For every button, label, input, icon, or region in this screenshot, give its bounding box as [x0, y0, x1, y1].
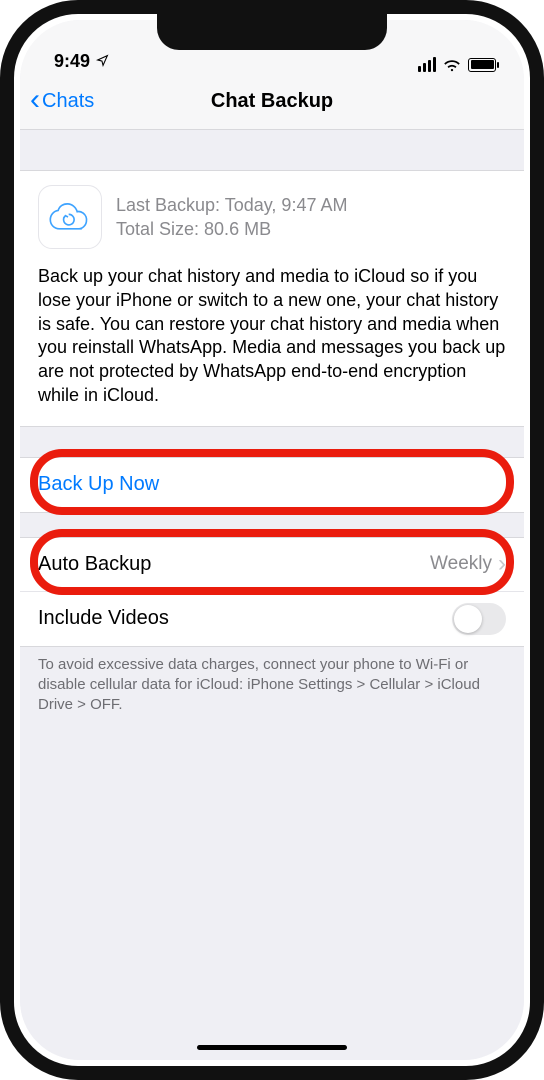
include-videos-label: Include Videos — [38, 607, 169, 630]
chevron-left-icon: ‹ — [30, 85, 40, 115]
auto-backup-label: Auto Backup — [38, 553, 151, 576]
wifi-icon — [442, 58, 462, 72]
page-title: Chat Backup — [30, 90, 514, 113]
device-frame: 9:49 ‹ Chats Chat Backup — [0, 0, 544, 1080]
status-right — [418, 57, 496, 72]
cellular-signal-icon — [418, 57, 436, 72]
status-left: 9:49 — [54, 51, 109, 72]
device-notch — [157, 14, 387, 50]
back-up-now-button[interactable]: Back Up Now — [20, 458, 524, 512]
screen: 9:49 ‹ Chats Chat Backup — [20, 20, 524, 1060]
chevron-right-icon: › — [498, 550, 506, 578]
footer-note: To avoid excessive data charges, connect… — [20, 647, 524, 716]
back-up-now-label: Back Up Now — [38, 473, 159, 496]
nav-bar: ‹ Chats Chat Backup — [20, 74, 524, 130]
include-videos-toggle[interactable] — [452, 603, 506, 635]
battery-icon — [468, 58, 496, 72]
settings-list-wrap: Back Up Now Auto Backup Weekly › Include… — [20, 457, 524, 647]
content: Last Backup: Today, 9:47 AM Total Size: … — [20, 130, 524, 1060]
cloud-backup-icon — [38, 185, 102, 249]
auto-backup-value: Weekly — [430, 553, 492, 575]
status-time: 9:49 — [54, 51, 90, 72]
last-backup-label: Last Backup: Today, 9:47 AM — [116, 193, 347, 217]
settings-list-2: Auto Backup Weekly › Include Videos — [20, 537, 524, 647]
auto-backup-row[interactable]: Auto Backup Weekly › — [20, 538, 524, 592]
back-button[interactable]: ‹ Chats — [30, 88, 94, 115]
backup-meta: Last Backup: Today, 9:47 AM Total Size: … — [116, 193, 347, 242]
include-videos-row: Include Videos — [20, 592, 524, 646]
backup-info-header: Last Backup: Today, 9:47 AM Total Size: … — [38, 185, 506, 249]
home-indicator[interactable] — [197, 1045, 347, 1050]
location-services-icon — [96, 54, 109, 70]
back-label: Chats — [42, 90, 94, 113]
total-size-label: Total Size: 80.6 MB — [116, 217, 347, 241]
toggle-knob — [454, 605, 482, 633]
backup-info-card: Last Backup: Today, 9:47 AM Total Size: … — [20, 170, 524, 427]
backup-description: Back up your chat history and media to i… — [38, 265, 506, 408]
settings-list: Back Up Now — [20, 457, 524, 513]
